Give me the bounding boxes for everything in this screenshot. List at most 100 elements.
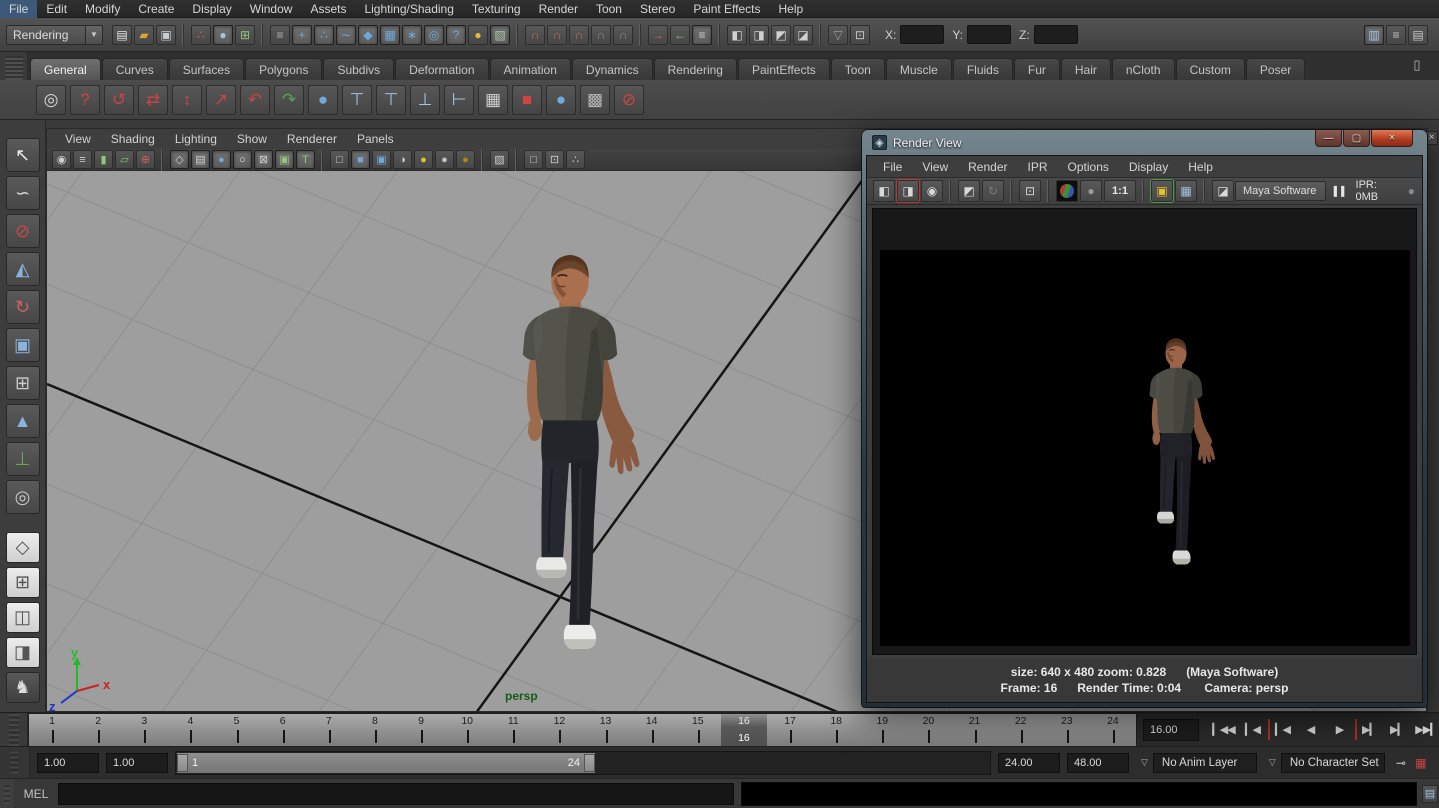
command-grip[interactable] xyxy=(0,779,14,808)
remove-image-icon[interactable]: ▦ xyxy=(1175,180,1197,202)
y-input[interactable] xyxy=(967,25,1011,44)
step-forward-frame-button[interactable]: ▶▎ xyxy=(1384,719,1411,740)
range-start-handle[interactable] xyxy=(177,754,188,772)
field-chart-icon[interactable]: ⊠ xyxy=(254,150,273,169)
range-end-handle[interactable] xyxy=(584,754,595,772)
timeline-frame-1[interactable]: 1 xyxy=(29,714,75,746)
bookmark-icon[interactable]: ▮ xyxy=(94,150,113,169)
node-network-icon-1[interactable]: ⊤ xyxy=(342,85,372,115)
timeline-frame-2[interactable]: 2 xyxy=(75,714,121,746)
timeline-frame-24[interactable]: 24 xyxy=(1090,714,1136,746)
refresh-ipr-icon[interactable]: ↻ xyxy=(982,180,1004,202)
ipr-render-icon[interactable]: ◩ xyxy=(771,25,791,45)
shelf-tab-dynamics[interactable]: Dynamics xyxy=(572,58,653,80)
timeline-frame-17[interactable]: 17 xyxy=(767,714,813,746)
node-network-icon-3[interactable]: ⊥ xyxy=(410,85,440,115)
select-dynamics-icon[interactable]: ∗ xyxy=(402,25,422,45)
grid-icon[interactable]: ◇ xyxy=(170,150,189,169)
viewport-menu-shading[interactable]: Shading xyxy=(101,132,165,146)
construction-history-icon[interactable]: ≡ xyxy=(692,25,712,45)
timeline-frame-23[interactable]: 23 xyxy=(1044,714,1090,746)
film-gate-icon[interactable]: ▤ xyxy=(191,150,210,169)
no-light-icon[interactable]: ● xyxy=(456,150,475,169)
timeline-frame-15[interactable]: 15 xyxy=(675,714,721,746)
menu-render[interactable]: Render xyxy=(530,0,587,18)
grip-handle[interactable] xyxy=(5,56,23,80)
timeline-frame-11[interactable]: 11 xyxy=(490,714,536,746)
chevron-down-icon[interactable]: ▼ xyxy=(86,25,103,45)
timeline-frame-3[interactable]: 3 xyxy=(121,714,167,746)
shelf-tab-subdivs[interactable]: Subdivs xyxy=(323,58,394,80)
timeline-frame-13[interactable]: 13 xyxy=(583,714,629,746)
character-set-dropdown-icon[interactable]: ▽ xyxy=(1269,757,1276,768)
scale-tool-icon[interactable]: ▣ xyxy=(6,328,40,362)
xray-icon[interactable]: □ xyxy=(524,150,543,169)
shelf-tab-rendering[interactable]: Rendering xyxy=(654,58,737,80)
select-by-name-icon[interactable]: ⊡ xyxy=(850,25,870,45)
snap-to-points-icon[interactable]: ∩ xyxy=(569,25,589,45)
auto-keyframe-icon[interactable]: ⊸ xyxy=(1392,754,1410,772)
viewport-menu-lighting[interactable]: Lighting xyxy=(165,132,227,146)
timeline-frame-16[interactable]: 1616 xyxy=(721,714,767,746)
tool-settings-icon[interactable]: ≡ xyxy=(1386,25,1406,45)
camera-track-icon[interactable]: ⇄ xyxy=(138,85,168,115)
flat-light-icon[interactable]: ● xyxy=(435,150,454,169)
shelf-tab-animation[interactable]: Animation xyxy=(490,58,571,80)
rgb-channels-icon[interactable]: ● xyxy=(1056,180,1078,202)
timeline-frame-18[interactable]: 18 xyxy=(813,714,859,746)
timeline-frame-19[interactable]: 19 xyxy=(859,714,905,746)
persp-graph-layout-icon[interactable]: ◨ xyxy=(6,637,40,668)
connections-icon[interactable]: ∴ xyxy=(566,150,585,169)
snap-to-grid-icon[interactable]: ∩ xyxy=(525,25,545,45)
shelf-tab-surfaces[interactable]: Surfaces xyxy=(169,58,244,80)
highlight-selection-icon[interactable]: ▧ xyxy=(490,25,510,45)
shelf-tab-painteffects[interactable]: PaintEffects xyxy=(738,58,830,80)
menu-create[interactable]: Create xyxy=(129,0,183,18)
snap-to-curves-icon[interactable]: ∩ xyxy=(547,25,567,45)
timeline-frame-20[interactable]: 20 xyxy=(905,714,951,746)
smooth-shade-icon[interactable]: ■ xyxy=(351,150,370,169)
xyz-axes-icon[interactable]: ⊥ xyxy=(6,442,40,476)
range-slider-track[interactable]: 1 24 xyxy=(175,751,991,775)
open-scene-icon[interactable]: ▰ xyxy=(134,25,154,45)
step-back-frame-button[interactable]: ▎◀ xyxy=(1239,719,1266,740)
shelf-tab-fur[interactable]: Fur xyxy=(1014,58,1060,80)
command-language-toggle[interactable]: MEL xyxy=(14,787,58,801)
menu-lighting-shading[interactable]: Lighting/Shading xyxy=(355,0,462,18)
anim-layer-selector[interactable]: No Anim Layer xyxy=(1153,753,1257,773)
render-region-icon[interactable]: ◨ xyxy=(897,180,919,202)
close-button[interactable]: × xyxy=(1371,130,1413,147)
select-hierarchy-icon[interactable]: ∴ xyxy=(191,25,211,45)
shelf-tab-hair[interactable]: Hair xyxy=(1061,58,1111,80)
one-to-one-icon[interactable]: 1:1 xyxy=(1104,180,1136,202)
output-connections-icon[interactable]: ← xyxy=(670,25,690,45)
anim-preferences-icon[interactable]: ▦ xyxy=(1412,754,1430,772)
viewport-menu-show[interactable]: Show xyxy=(227,132,277,146)
timeline-frame-14[interactable]: 14 xyxy=(629,714,675,746)
new-scene-icon[interactable]: ▤ xyxy=(112,25,132,45)
select-rendering-icon[interactable]: ◎ xyxy=(424,25,444,45)
step-forward-key-button[interactable]: ▶▎ xyxy=(1355,719,1382,740)
timeline-frame-6[interactable]: 6 xyxy=(260,714,306,746)
snap-to-planes-icon[interactable]: ∩ xyxy=(591,25,611,45)
menu-display[interactable]: Display xyxy=(183,0,240,18)
camera-zoom-icon[interactable]: ↗ xyxy=(206,85,236,115)
menu-edit[interactable]: Edit xyxy=(37,0,76,18)
timeline-frame-8[interactable]: 8 xyxy=(352,714,398,746)
render-view-titlebar[interactable]: ◈ Render View — ▢ × xyxy=(866,130,1423,155)
camera-attributes-icon[interactable]: ≡ xyxy=(73,150,92,169)
minimize-button[interactable]: — xyxy=(1315,130,1342,147)
render-settings-icon[interactable]: ▣ xyxy=(1151,180,1173,202)
step-back-key-button[interactable]: ▎◀ xyxy=(1268,719,1295,740)
range-grip[interactable] xyxy=(0,747,30,778)
safe-title-icon[interactable]: T xyxy=(296,150,315,169)
select-curves-icon[interactable]: ∼ xyxy=(336,25,356,45)
renderer-dropdown[interactable]: Maya Software xyxy=(1235,181,1326,201)
timeline-frame-5[interactable]: 5 xyxy=(214,714,260,746)
select-misc-icon[interactable]: ? xyxy=(446,25,466,45)
select-lattice-icon[interactable]: ▩ xyxy=(580,85,610,115)
timeline-frame-12[interactable]: 12 xyxy=(536,714,582,746)
camera-dolly-icon[interactable]: ↕ xyxy=(172,85,202,115)
keep-image-icon[interactable]: ◪ xyxy=(1212,180,1234,202)
menu-texturing[interactable]: Texturing xyxy=(463,0,530,18)
